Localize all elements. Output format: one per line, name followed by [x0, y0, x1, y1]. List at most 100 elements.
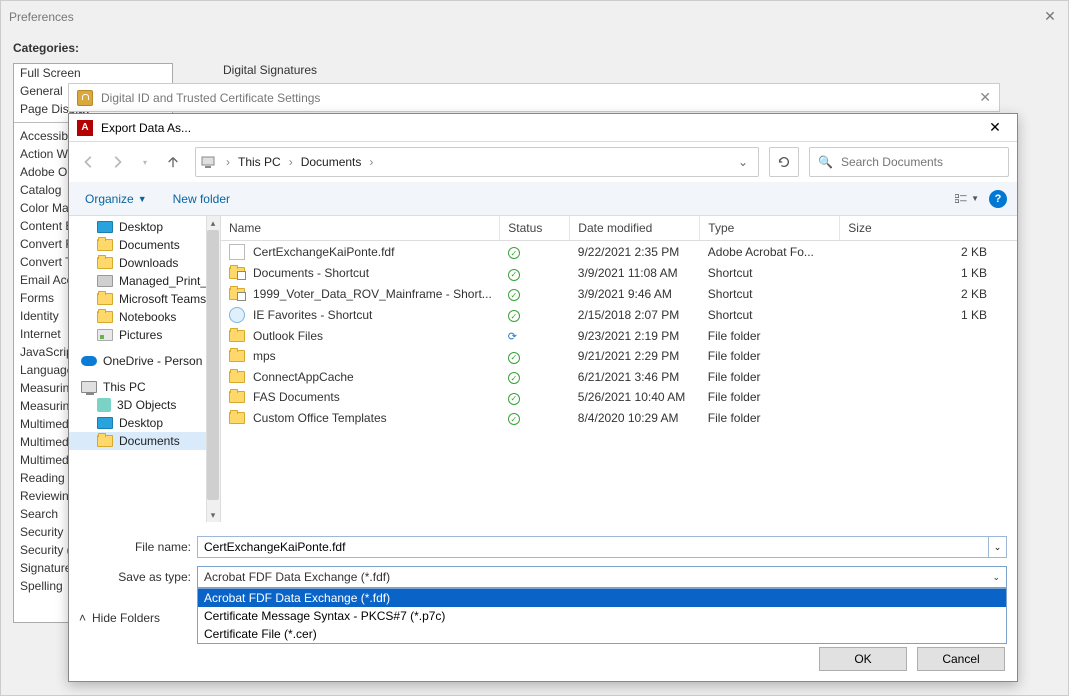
category-item[interactable]: Full Screen — [14, 64, 172, 82]
save-type-option[interactable]: Certificate File (*.cer) — [198, 625, 1006, 643]
file-row[interactable]: Custom Office Templates✓8/4/2020 10:29 A… — [221, 408, 1017, 429]
file-list[interactable]: Name Status Date modified Type Size Cert… — [221, 216, 1017, 522]
nav-back-button[interactable] — [77, 150, 101, 174]
file-date: 5/26/2021 10:40 AM — [570, 387, 700, 408]
nav-up-button[interactable] — [161, 150, 185, 174]
tree-item[interactable]: Pictures — [69, 326, 220, 344]
tree-item[interactable]: Downloads — [69, 254, 220, 272]
tree-item-label: Microsoft Teams — [119, 292, 206, 306]
save-type-option[interactable]: Certificate Message Syntax - PKCS#7 (*.p… — [198, 607, 1006, 625]
tree-item[interactable]: Documents — [69, 432, 220, 450]
pc-icon — [81, 381, 97, 393]
organize-button[interactable]: Organize▼ — [79, 188, 153, 210]
column-size[interactable]: Size — [840, 216, 1017, 241]
file-row[interactable]: mps✓9/21/2021 2:29 PMFile folder — [221, 346, 1017, 367]
ok-button[interactable]: OK — [819, 647, 907, 671]
file-row[interactable]: Documents - Shortcut✓3/9/2021 11:08 AMSh… — [221, 263, 1017, 284]
hide-folders-button[interactable]: ˄ Hide Folders — [79, 611, 160, 625]
file-row[interactable]: IE Favorites - Shortcut✓2/15/2018 2:07 P… — [221, 304, 1017, 326]
sync-progress-icon: ⟳ — [508, 331, 517, 343]
breadcrumb-documents[interactable]: Documents — [299, 153, 364, 171]
desktop-icon — [97, 221, 113, 233]
trusted-close-button[interactable]: ✕ — [979, 89, 991, 106]
tree-item[interactable]: This PC — [69, 378, 220, 396]
lock-icon — [77, 90, 93, 106]
save-type-combobox[interactable]: Acrobat FDF Data Exchange (*.fdf) ⌄ — [197, 566, 1007, 588]
folder-icon — [229, 371, 245, 383]
file-row[interactable]: ConnectAppCache✓6/21/2021 3:46 PMFile fo… — [221, 367, 1017, 388]
file-date: 2/15/2018 2:07 PM — [570, 304, 700, 326]
file-type: File folder — [700, 408, 840, 429]
tree-item[interactable]: Microsoft Teams — [69, 290, 220, 308]
tree-scrollbar[interactable]: ▴ ▾ — [206, 216, 220, 522]
sync-ok-icon: ✓ — [508, 393, 520, 405]
cube-icon — [97, 398, 111, 412]
digital-signatures-heading: Digital Signatures — [223, 63, 317, 77]
file-size — [840, 387, 1017, 408]
save-type-dropdown[interactable]: Acrobat FDF Data Exchange (*.fdf)Certifi… — [197, 588, 1007, 644]
column-name[interactable]: Name — [221, 216, 500, 241]
file-row[interactable]: 1999_Voter_Data_ROV_Mainframe - Short...… — [221, 284, 1017, 305]
tree-item[interactable]: 3D Objects — [69, 396, 220, 414]
file-date: 3/9/2021 11:08 AM — [570, 263, 700, 284]
breadcrumb[interactable]: › This PC › Documents › ⌄ — [195, 147, 759, 177]
file-row[interactable]: CertExchangeKaiPonte.fdf✓9/22/2021 2:35 … — [221, 241, 1017, 264]
file-name: Outlook Files — [253, 329, 323, 343]
scroll-up-icon[interactable]: ▴ — [208, 218, 218, 228]
preferences-close-button[interactable]: ✕ — [1040, 6, 1060, 26]
export-close-button[interactable]: ✕ — [981, 114, 1009, 142]
tree-scroll-thumb[interactable] — [207, 230, 219, 500]
tree-item[interactable]: Documents — [69, 236, 220, 254]
categories-label: Categories: — [13, 41, 1056, 55]
search-box[interactable]: 🔍 — [809, 147, 1009, 177]
tree-item[interactable]: Managed_Print_ — [69, 272, 220, 290]
tree-item-label: Downloads — [119, 256, 178, 270]
file-size: 2 KB — [840, 284, 1017, 305]
scroll-down-icon[interactable]: ▾ — [208, 510, 218, 520]
column-status[interactable]: Status — [500, 216, 570, 241]
file-name-input[interactable] — [197, 536, 989, 558]
file-name: mps — [253, 349, 276, 363]
sync-ok-icon: ✓ — [508, 289, 520, 301]
sync-ok-icon: ✓ — [508, 372, 520, 384]
folder-icon — [97, 311, 113, 323]
search-icon: 🔍 — [818, 155, 833, 169]
folder-tree[interactable]: DesktopDocumentsDownloadsManaged_Print_M… — [69, 216, 221, 522]
column-type[interactable]: Type — [700, 216, 840, 241]
new-folder-button[interactable]: New folder — [167, 188, 236, 210]
chevron-up-icon: ˄ — [79, 611, 86, 625]
nav-recent-button[interactable]: ▾ — [133, 150, 157, 174]
save-type-option[interactable]: Acrobat FDF Data Exchange (*.fdf) — [198, 589, 1006, 607]
refresh-button[interactable] — [769, 147, 799, 177]
tree-item[interactable]: Desktop — [69, 414, 220, 432]
file-name-dropdown-button[interactable]: ⌄ — [989, 536, 1007, 558]
save-type-value: Acrobat FDF Data Exchange (*.fdf) — [204, 570, 390, 584]
view-options-button[interactable]: ▼ — [955, 189, 979, 209]
file-name: FAS Documents — [253, 390, 340, 404]
file-size — [840, 326, 1017, 346]
folder-icon — [229, 330, 245, 342]
breadcrumb-this-pc[interactable]: This PC — [236, 153, 283, 171]
column-date[interactable]: Date modified — [570, 216, 700, 241]
file-row[interactable]: Outlook Files⟳9/23/2021 2:19 PMFile fold… — [221, 326, 1017, 346]
search-input[interactable] — [841, 155, 1000, 169]
shortcut-icon — [229, 288, 245, 300]
file-date: 9/23/2021 2:19 PM — [570, 326, 700, 346]
tree-item[interactable]: Notebooks — [69, 308, 220, 326]
chevron-right-icon: › — [220, 155, 236, 169]
help-button[interactable]: ? — [989, 190, 1007, 208]
tree-item-label: Pictures — [119, 328, 162, 342]
chevron-down-icon[interactable]: ⌄ — [732, 155, 754, 169]
file-row[interactable]: FAS Documents✓5/26/2021 10:40 AMFile fol… — [221, 387, 1017, 408]
cancel-button[interactable]: Cancel — [917, 647, 1005, 671]
folder-icon — [97, 257, 113, 269]
tree-item-label: OneDrive - Person — [103, 354, 202, 368]
file-size: 1 KB — [840, 263, 1017, 284]
tree-item[interactable]: Desktop — [69, 218, 220, 236]
tree-item-label: 3D Objects — [117, 398, 176, 412]
nav-forward-button[interactable] — [105, 150, 129, 174]
folder-icon — [229, 391, 245, 403]
tree-item[interactable]: OneDrive - Person — [69, 352, 220, 370]
file-type: File folder — [700, 346, 840, 367]
tree-item-label: Notebooks — [119, 310, 176, 324]
